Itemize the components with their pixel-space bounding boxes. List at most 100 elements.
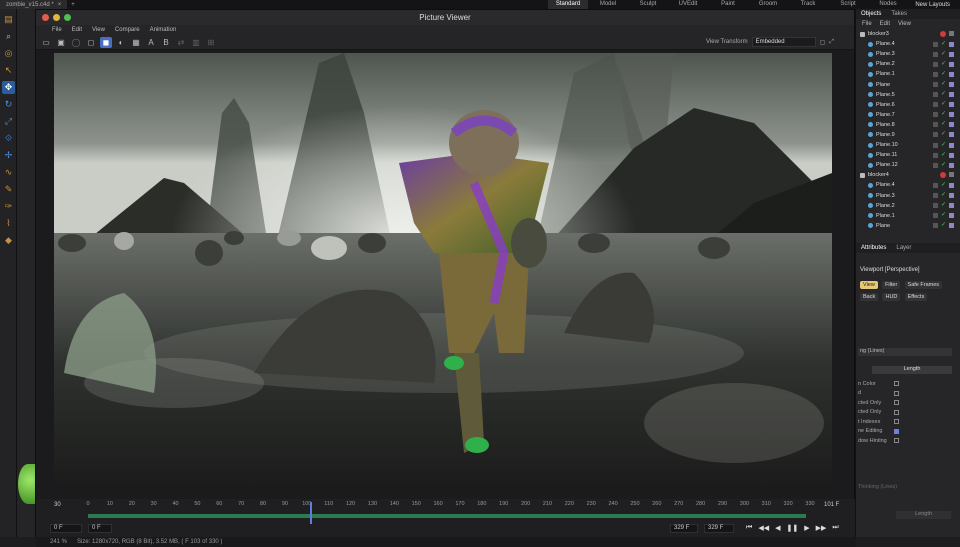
enabled-check-icon[interactable]: ✓ [941,71,946,77]
attribute-checkbox[interactable] [894,400,899,406]
object-row[interactable]: Plane.1 ✓ [856,69,960,79]
zoom-level[interactable]: 241 % [50,539,67,545]
select-icon[interactable]: ↖ [2,64,15,77]
region-icon[interactable]: ◻ [85,37,97,48]
brush-icon[interactable]: ⌇ [2,217,15,230]
tab-layer[interactable]: Layer [896,245,911,251]
timeline-ruler[interactable]: 0 10 20 30 40 50 60 70 80 90 100 110 120 130 140 150 160… [86,501,814,513]
attribute-checkbox[interactable] [894,419,899,425]
menu-compare[interactable]: Compare [115,27,140,33]
object-row[interactable]: Plane.10 ✓ [856,140,960,150]
object-row[interactable]: Plane.8 ✓ [856,120,960,130]
stop-render-icon[interactable]: ◯ [70,37,82,48]
next-frame-icon[interactable]: ▶ [804,524,809,532]
live-select-icon[interactable]: ◎ [2,47,15,60]
attr-view-button[interactable]: View [860,281,878,289]
render-region-icon[interactable]: ◼ [100,36,112,48]
object-row[interactable]: Plane.9 ✓ [856,130,960,140]
pause-icon[interactable]: ❚❚ [786,524,798,532]
transform-icon[interactable]: ⟐ [2,132,15,145]
visibility-dot-icon[interactable] [940,31,946,38]
end-frame-field[interactable]: 329 F [704,524,734,533]
diff-icon[interactable]: ⊞ [205,37,217,48]
object-group-row[interactable]: blocker4 [856,170,960,180]
display-mode-select[interactable]: ng (Lines) [858,348,952,356]
tab-attributes[interactable]: Attributes [861,245,886,251]
preview-start-field[interactable]: 0 F [88,524,112,533]
menu-edit[interactable]: Edit [72,27,82,33]
object-group-row[interactable]: blocker3 [856,29,960,39]
go-to-start-icon[interactable]: ⏮ [746,524,752,532]
close-window-icon[interactable] [42,14,49,21]
compare-b-button[interactable]: B [160,37,172,48]
axis-icon[interactable]: ✢ [2,149,15,162]
object-row[interactable]: Plane.11 ✓ [856,150,960,160]
search-icon[interactable]: ⌕ [2,30,15,43]
attribute-checkbox[interactable] [894,390,899,396]
object-row[interactable]: Plane.3 ✓ [856,191,960,201]
object-row[interactable]: Plane ✓ [856,221,960,231]
attribute-checkbox[interactable] [894,438,899,444]
compare-a-button[interactable]: A [145,37,157,48]
layout-groom[interactable]: Groom [748,0,788,9]
tab-objects[interactable]: Objects [861,11,881,17]
object-row[interactable]: Plane.6 ✓ [856,100,960,110]
previous-key-icon[interactable]: ◀◀ [758,524,769,532]
enabled-check-icon[interactable]: ✓ [941,81,946,87]
attr-effects-button[interactable]: Effects [904,293,928,301]
knife-icon[interactable]: ✎ [2,183,15,196]
maximize-window-icon[interactable] [64,14,71,21]
snapshot-icon[interactable]: ▦ [130,37,142,48]
document-tab[interactable]: zombie_v15.c4d * × [0,0,68,9]
add-tab-icon[interactable]: + [71,2,75,8]
object-row[interactable]: Plane.2 ✓ [856,59,960,69]
rotate-icon[interactable]: ↻ [2,98,15,111]
layout-script[interactable]: Script [828,0,868,9]
enabled-check-icon[interactable]: ✓ [941,152,946,158]
previous-frame-icon[interactable]: ◀ [775,524,780,532]
close-icon[interactable]: × [58,2,62,8]
enabled-check-icon[interactable]: ✓ [941,162,946,168]
attr-safe-frames-button[interactable]: Safe Frames [904,281,943,289]
object-row[interactable]: Plane.2 ✓ [856,201,960,211]
attr-bottom-length[interactable]: Length [896,511,951,519]
attr-hud-button[interactable]: HUD [882,293,901,301]
enabled-check-icon[interactable]: ✓ [941,111,946,117]
layout-uvedit[interactable]: UVEdit [668,0,708,9]
enabled-check-icon[interactable]: ✓ [941,192,946,198]
enabled-check-icon[interactable]: ✓ [941,182,946,188]
swap-icon[interactable]: ⇄ [175,37,187,48]
minimize-window-icon[interactable] [53,14,60,21]
channels-icon[interactable]: ◐ [115,37,127,48]
object-row[interactable]: Plane.4 ✓ [856,39,960,49]
save-icon[interactable]: ▣ [55,37,67,48]
attr-filter-button[interactable]: Filter [882,281,901,289]
object-row[interactable]: Plane ✓ [856,79,960,89]
tab-takes[interactable]: Takes [891,11,907,17]
om-menu-file[interactable]: File [862,21,872,27]
om-menu-view[interactable]: View [898,21,911,27]
start-frame-field[interactable]: 0 F [50,524,82,533]
object-row[interactable]: Plane.1 ✓ [856,211,960,221]
enabled-check-icon[interactable]: ✓ [941,91,946,97]
next-key-icon[interactable]: ▶▶ [816,524,827,532]
spline-icon[interactable]: ∿ [2,166,15,179]
move-icon[interactable]: ✥ [2,81,15,94]
object-row[interactable]: Plane.5 ✓ [856,90,960,100]
menu-view[interactable]: View [92,27,105,33]
scale-icon[interactable]: ⤢ [2,115,15,128]
layout-paint[interactable]: Paint [708,0,748,9]
attr-back-button[interactable]: Back [860,293,879,301]
layout-track[interactable]: Track [788,0,828,9]
object-row[interactable]: Plane.3 ✓ [856,49,960,59]
split-icon[interactable]: ▥ [190,37,202,48]
attribute-checkbox[interactable] [894,381,899,387]
attribute-checkbox[interactable] [894,409,899,415]
fit-icon[interactable]: ▢ [820,39,826,46]
enabled-check-icon[interactable]: ✓ [941,212,946,218]
object-row[interactable]: Plane.4 ✓ [856,180,960,190]
go-to-end-icon[interactable]: ⏭ [832,524,838,532]
layout-sculpt[interactable]: Sculpt [628,0,668,9]
enabled-check-icon[interactable]: ✓ [941,222,946,228]
enabled-check-icon[interactable]: ✓ [941,51,946,57]
